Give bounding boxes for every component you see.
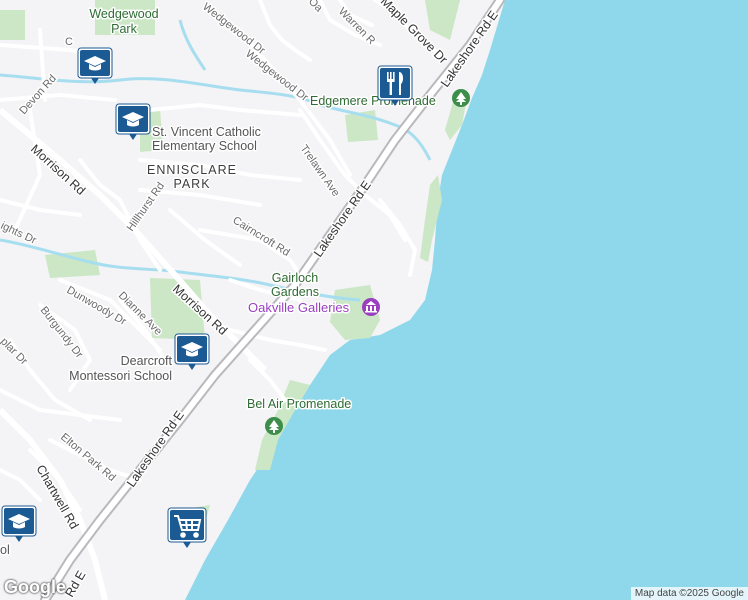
oakville-galleries-label: Oakville Galleries	[248, 300, 350, 315]
bel-air-park-pin[interactable]	[265, 417, 283, 435]
edgemere-label: Edgemere Promenade	[310, 94, 436, 108]
google-logo: Google	[4, 577, 66, 597]
st-vincent-label-2: Elementary School	[152, 139, 257, 153]
dearcroft-label-1: Dearcroft	[121, 354, 173, 368]
map-attribution: Map data ©2025 Google	[630, 587, 748, 600]
restaurant-pin[interactable]	[377, 65, 413, 106]
ennisclare-label-1: ENNISCLARE	[147, 163, 237, 177]
corner-ol-label: ol	[0, 543, 10, 557]
wedgewood-park-label-2: Park	[111, 22, 137, 36]
shopping-pin[interactable]	[167, 507, 207, 548]
map-canvas[interactable]: Wedgewood Park Wedgewood Dr Wedgewood Dr…	[0, 0, 748, 600]
bel-air-label: Bel Air Promenade	[247, 397, 351, 411]
dearcroft-label-2: Montessori School	[69, 369, 172, 383]
gallery-pin[interactable]	[362, 298, 380, 316]
ennisclare-label-2: PARK	[173, 177, 210, 191]
corner-c-label: C	[65, 36, 73, 48]
gairloch-label-1: Gairloch	[272, 271, 319, 285]
gairloch-label-2: Gardens	[271, 285, 319, 299]
wedgewood-park-label-1: Wedgewood	[89, 7, 158, 21]
st-vincent-label-1: St. Vincent Catholic	[152, 125, 261, 139]
edgemere-park-pin[interactable]	[452, 89, 470, 107]
